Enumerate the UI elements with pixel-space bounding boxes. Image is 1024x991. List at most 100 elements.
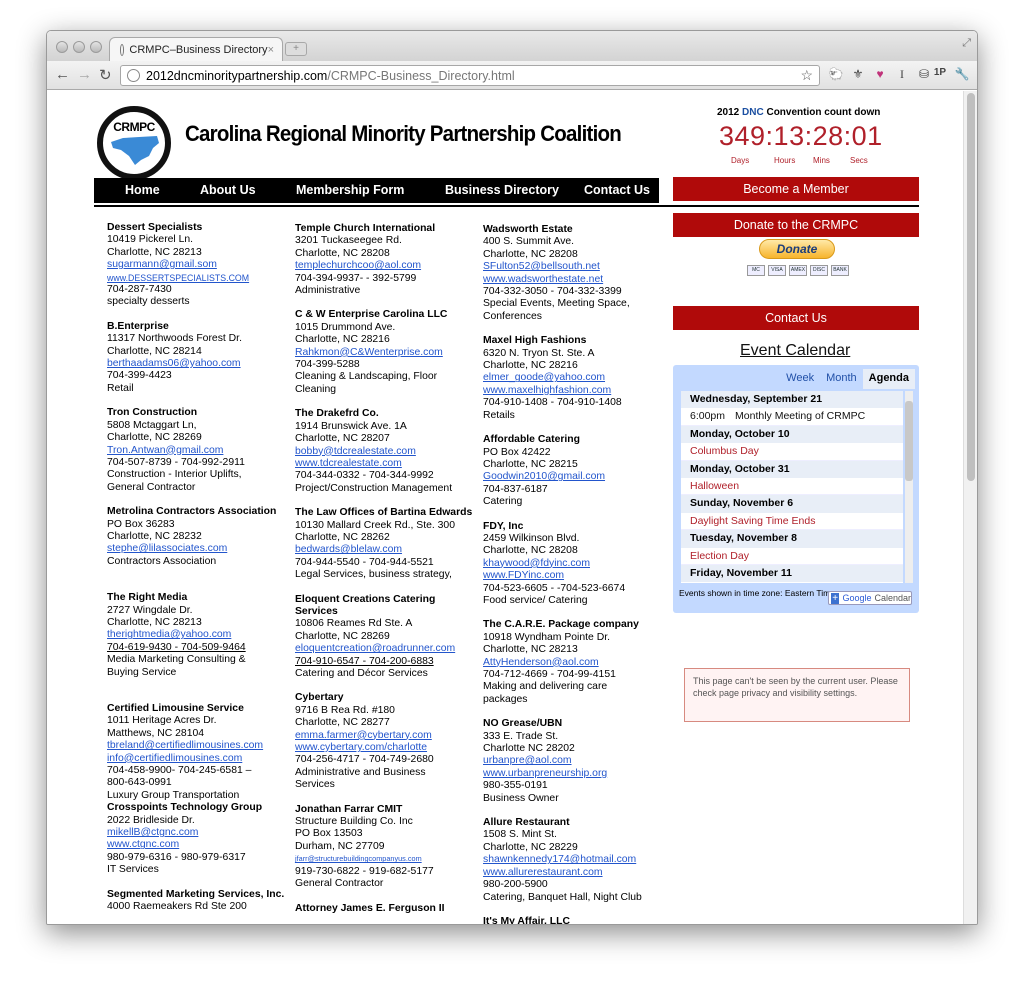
agenda-event-title[interactable]: Daylight Saving Time Ends xyxy=(690,515,815,527)
zoom-window-button[interactable] xyxy=(90,41,102,53)
business-link[interactable]: eloquentcreation@roadrunner.com xyxy=(295,643,475,655)
agenda-event-title[interactable]: Columbus Day xyxy=(690,445,759,457)
reload-button[interactable]: ↻ xyxy=(99,66,112,84)
extension-sheep-icon[interactable]: 🐑 xyxy=(827,67,845,83)
become-member-button[interactable]: Become a Member xyxy=(673,177,919,201)
tab-close-icon[interactable]: × xyxy=(268,44,274,56)
business-address-line: Charlotte, NC 28269 xyxy=(295,630,390,642)
business-link[interactable]: www.urbanpreneurship.org xyxy=(483,768,663,780)
business-name: Segmented Marketing Services, Inc. xyxy=(107,888,285,900)
nav-business-directory[interactable]: Business Directory xyxy=(445,183,559,197)
donate-heading[interactable]: Donate to the CRMPC xyxy=(673,213,919,237)
business-link[interactable]: www.cybertary.com/charlotte xyxy=(295,742,475,754)
agenda-event[interactable]: Daylight Saving Time Ends xyxy=(681,513,903,531)
business-link[interactable]: www.tdcrealestate.com xyxy=(295,458,475,470)
back-button[interactable]: ← xyxy=(55,66,70,83)
extension-instapaper-icon[interactable]: I xyxy=(893,67,911,83)
business-link[interactable]: bedwards@blelaw.com xyxy=(295,544,475,556)
extension-flower-icon[interactable]: ⚜ xyxy=(849,67,867,83)
directory-entry: Metrolina Contractors Association PO Box … xyxy=(107,506,287,568)
agenda-date: Monday, October 31 xyxy=(681,460,903,478)
business-link[interactable]: shawnkennedy174@hotmail.com xyxy=(483,854,663,866)
close-window-button[interactable] xyxy=(56,41,68,53)
browser-tab[interactable]: CRMPC–Business Directory × xyxy=(109,37,283,62)
agenda-event-title[interactable]: Halloween xyxy=(690,480,739,492)
business-link[interactable]: elmer_goode@yahoo.com xyxy=(483,372,663,384)
business-link[interactable]: bobby@tdcrealestate.com xyxy=(295,446,475,458)
business-link[interactable]: urbanpre@aol.com xyxy=(483,755,663,767)
event-calendar-title[interactable]: Event Calendar xyxy=(740,342,850,360)
paypal-donate-button[interactable]: Donate xyxy=(759,239,835,259)
business-link[interactable]: templechurchcoo@aol.com xyxy=(295,260,475,272)
minimize-window-button[interactable] xyxy=(73,41,85,53)
business-address-line: PO Box 13503 xyxy=(295,828,363,840)
privacy-notice: This page can't be seen by the current u… xyxy=(684,668,910,722)
page-info-icon[interactable] xyxy=(127,69,140,82)
business-address-line: 10918 Wyndham Pointe Dr. xyxy=(483,631,610,643)
agenda-event-title[interactable]: Monthly Meeting of CRMPC xyxy=(735,410,865,422)
business-link[interactable]: www.DESSERTSPECIALISTS.COM xyxy=(107,272,287,284)
contact-us-button[interactable]: Contact Us xyxy=(673,306,919,330)
business-link[interactable]: therightmedia@yahoo.com xyxy=(107,629,287,641)
business-link[interactable]: Rahkmon@C&Wenterprise.com xyxy=(295,347,475,359)
wrench-menu-icon[interactable]: 🔧 xyxy=(953,67,971,83)
business-name: Attorney James E. Ferguson II xyxy=(295,902,445,914)
business-link[interactable]: info@certifiedlimousines.com xyxy=(107,753,287,765)
business-link[interactable]: tbreland@certifiedlimousines.com xyxy=(107,740,287,752)
extension-1password-icon[interactable]: 1P xyxy=(931,67,949,83)
bookmark-star-icon[interactable]: ☆ xyxy=(800,67,813,84)
business-address-line: Charlotte NC 28202 xyxy=(483,743,575,755)
directory-entry: Affordable Catering PO Box 42422 Charlotte… xyxy=(483,434,663,508)
address-bar[interactable]: 2012dncminoritypartnership.com/CRMPC-Bus… xyxy=(120,65,820,86)
business-link[interactable]: sugarmann@gmail.som xyxy=(107,259,287,271)
crmpc-logo[interactable]: CRMPC xyxy=(97,106,171,180)
fullscreen-icon[interactable]: ⤢ xyxy=(962,37,971,50)
business-link[interactable]: AttyHenderson@aol.com xyxy=(483,657,663,669)
business-link[interactable]: Tron.Antwan@gmail.com xyxy=(107,445,287,457)
agenda-event[interactable]: Columbus Day xyxy=(681,443,903,461)
nav-contact-us[interactable]: Contact Us xyxy=(584,183,650,197)
tab-month[interactable]: Month xyxy=(820,369,863,389)
business-phone: 980-979-6316 - 980-979-6317 xyxy=(107,851,246,863)
business-description: IT Services xyxy=(107,864,159,876)
business-link[interactable]: www.ctgnc.com xyxy=(107,839,287,851)
business-link[interactable]: www.allurerestaurant.com xyxy=(483,867,663,879)
agenda-date: Wednesday, September 21 xyxy=(681,391,903,409)
business-name: Metrolina Contractors Association xyxy=(107,506,277,518)
business-link[interactable]: emma.farmer@cybertary.com xyxy=(295,730,475,742)
business-link[interactable]: www.wadsworthestate.net xyxy=(483,274,663,286)
business-link[interactable]: stephe@lilassociates.com xyxy=(107,543,287,555)
extension-heart-icon[interactable]: ♥ xyxy=(871,67,889,83)
nav-home[interactable]: Home xyxy=(125,183,160,197)
directory-entry: Dessert Specialists 10419 Pickerel Ln. Cha… xyxy=(107,222,287,309)
business-link[interactable]: www.maxelhighfashion.com xyxy=(483,385,663,397)
business-phone: 704-944-5540 - 704-944-5521 xyxy=(295,556,434,568)
page-scrollbar[interactable] xyxy=(963,91,977,924)
directory-entry: Maxel High Fashions 6320 N. Tryon St. Ste… xyxy=(483,335,663,422)
nav-about-us[interactable]: About Us xyxy=(200,183,256,197)
business-link[interactable]: khaywood@fdyinc.com xyxy=(483,558,663,570)
business-name: Certified Limousine Service xyxy=(107,703,244,714)
agenda-event[interactable]: Halloween xyxy=(681,478,903,496)
agenda-event[interactable]: 6:00pm Monthly Meeting of CRMPC xyxy=(681,408,903,426)
tab-agenda[interactable]: Agenda xyxy=(862,369,915,389)
business-link[interactable]: berthaadams06@yahoo.com xyxy=(107,358,287,370)
agenda-scrollbar[interactable] xyxy=(905,391,913,583)
page-scrollbar-thumb[interactable] xyxy=(967,93,975,481)
business-description: Services xyxy=(295,779,335,791)
agenda-event[interactable]: Election Day xyxy=(681,548,903,565)
agenda-event-title[interactable]: Election Day xyxy=(690,550,749,562)
business-link[interactable]: www.FDYinc.com xyxy=(483,570,663,582)
business-link[interactable]: mikellB@ctgnc.com xyxy=(107,827,287,839)
countdown-timer: 349:13:28:01 xyxy=(719,121,883,151)
business-link[interactable]: SFulton52@bellsouth.net xyxy=(483,261,663,273)
nav-membership-form[interactable]: Membership Form xyxy=(296,183,404,197)
business-description: Cleaning xyxy=(295,383,337,395)
new-tab-button[interactable]: + xyxy=(285,42,307,56)
google-calendar-button[interactable]: + Google Calendar xyxy=(828,591,912,605)
business-link[interactable]: Goodwin2010@gmail.com xyxy=(483,471,663,483)
forward-button[interactable]: → xyxy=(77,66,92,83)
business-link[interactable]: jfarr@structurebuildingcompanyus.com xyxy=(295,853,475,865)
agenda-event[interactable]: Veterans Day xyxy=(681,582,903,583)
tab-week[interactable]: Week xyxy=(780,369,820,389)
